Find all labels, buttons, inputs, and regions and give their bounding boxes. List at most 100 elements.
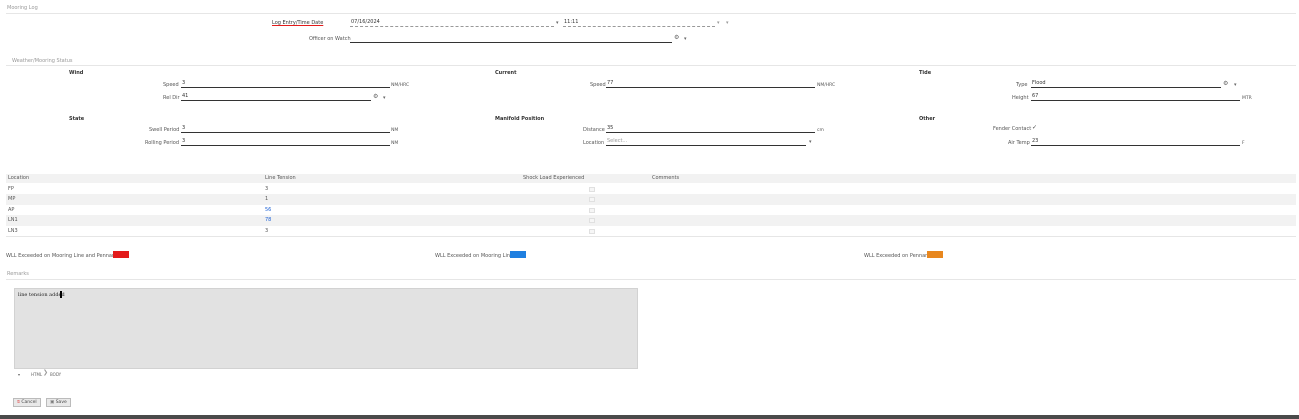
manifold-location-label: Location xyxy=(583,140,605,146)
wind-speed-field[interactable]: 3 xyxy=(181,80,390,88)
manifold-heading: Manifold Position xyxy=(495,116,545,122)
row-location: MP xyxy=(8,196,16,202)
save-icon: ▣ xyxy=(50,400,55,405)
wind-heading: Wind xyxy=(69,70,84,76)
tide-height-unit: MTR xyxy=(1242,96,1252,101)
text-cursor xyxy=(60,291,62,298)
mooring-log-divider xyxy=(6,13,1296,14)
legend-blue-swatch xyxy=(510,251,526,258)
wind-speed-label: Speed xyxy=(163,82,179,88)
time-field[interactable]: 11:11 xyxy=(563,19,715,27)
tide-type-label: Type xyxy=(1016,82,1028,88)
shock-load-checkbox[interactable] xyxy=(589,228,595,234)
date-field[interactable]: 07/16/2024 xyxy=(350,19,554,27)
weather-divider xyxy=(6,65,1296,66)
current-speed-field[interactable]: 77 xyxy=(606,80,815,88)
shock-load-checkbox[interactable] xyxy=(589,218,595,223)
legend-orange-swatch xyxy=(927,251,943,258)
row-location: FP xyxy=(8,185,14,192)
remarks-divider xyxy=(6,279,1296,280)
cancel-icon: ⦸ xyxy=(17,400,20,405)
rolling-period-unit: NM xyxy=(391,141,399,146)
save-button[interactable]: ▣ Save xyxy=(46,398,71,407)
remarks-text: line tension added xyxy=(18,292,65,298)
manifold-distance-field[interactable]: 35 xyxy=(606,125,815,133)
legend-red-swatch xyxy=(113,251,129,258)
tide-type-gear-icon[interactable]: ⚙ xyxy=(1223,81,1228,87)
rolling-period-field[interactable]: 3 xyxy=(181,138,390,146)
other-heading: Other xyxy=(919,116,936,122)
editor-path-html[interactable]: HTML xyxy=(31,372,42,377)
manifold-location-select[interactable]: Select... xyxy=(606,138,806,146)
tide-height-label: Height xyxy=(1012,95,1029,101)
manifold-distance-unit: cm xyxy=(817,128,824,133)
cancel-button[interactable]: ⦸ Cancel xyxy=(13,398,41,407)
calendar-icon[interactable]: ▾ xyxy=(556,20,559,26)
wind-reldir-label: Rel Dir xyxy=(163,95,180,101)
shock-load-checkbox[interactable] xyxy=(589,186,595,192)
shock-load-checkbox[interactable] xyxy=(589,207,595,213)
tide-type-caret-icon[interactable]: ▾ xyxy=(1234,82,1237,88)
tide-height-field[interactable]: 67 xyxy=(1031,93,1240,101)
time-menu-icon[interactable]: ▾ xyxy=(726,20,729,26)
wind-reldir-caret-icon[interactable]: ▾ xyxy=(383,95,386,101)
manifold-distance-label: Distance xyxy=(583,127,605,133)
table-row[interactable]: LN1 78 xyxy=(6,215,1296,226)
remarks-title: Remarks xyxy=(7,271,29,277)
air-temp-field[interactable]: 23 xyxy=(1031,138,1240,146)
air-temp-label: Air Temp xyxy=(1008,140,1030,146)
legend-line-label: WLL Exceeded on Mooring Line xyxy=(435,253,514,259)
row-tension: 3 xyxy=(265,227,269,234)
air-temp-unit: F xyxy=(1242,141,1245,146)
swell-period-unit: NM xyxy=(391,128,399,133)
wind-speed-unit: NM/HRC xyxy=(391,83,410,88)
save-button-label: Save xyxy=(55,400,67,405)
wind-reldir-field[interactable]: 41 xyxy=(181,93,371,101)
current-speed-unit: NM/HRC xyxy=(817,83,836,88)
col-comments: Comments xyxy=(652,175,680,181)
officer-field[interactable] xyxy=(350,35,672,43)
legend-line-and-pennant-label: WLL Exceeded on Mooring Line and Pennant xyxy=(6,253,118,259)
mooring-log-title: Mooring Log xyxy=(7,5,38,11)
manifold-location-caret-icon[interactable]: ▾ xyxy=(809,139,812,145)
col-location: Location xyxy=(8,175,30,181)
editor-path-arrow-icon[interactable]: ▾ xyxy=(18,372,20,378)
log-entry-label: Log Entry/Time Date xyxy=(272,20,324,26)
col-shock-load: Shock Load Experienced xyxy=(523,175,585,181)
tide-type-field[interactable]: Flood xyxy=(1031,80,1221,88)
officer-label: Officer on Watch xyxy=(309,36,351,42)
table-header: Location Line Tension Shock Load Experie… xyxy=(6,174,1296,183)
table-row[interactable]: LN3 3 xyxy=(6,226,1296,237)
remarks-editor[interactable]: line tension added xyxy=(14,288,638,369)
table-row[interactable]: MP 1 xyxy=(6,194,1296,205)
row-tension: 3 xyxy=(265,185,269,192)
fender-contact-checkbox[interactable]: ✓ xyxy=(1032,124,1037,131)
officer-caret-icon[interactable]: ▾ xyxy=(684,36,687,42)
legend-pennant-label: WLL Exceeded on Pennant xyxy=(864,253,931,259)
rolling-period-label: Rolling Period xyxy=(145,140,179,146)
current-heading: Current xyxy=(495,70,517,76)
clock-dropdown-icon[interactable]: ▾ xyxy=(717,20,720,26)
table-row[interactable]: AP 56 xyxy=(6,205,1296,216)
weather-section-title: Weather/Mooring Status xyxy=(12,58,73,64)
table-row[interactable]: FP 3 xyxy=(6,184,1296,195)
row-location: LN3 xyxy=(8,227,18,234)
row-tension: 78 xyxy=(265,217,272,223)
state-heading: State xyxy=(69,116,85,122)
shock-load-checkbox[interactable] xyxy=(589,197,595,202)
row-tension: 56 xyxy=(265,206,272,213)
window-bottom-bar xyxy=(0,415,1299,419)
swell-period-label: Swell Period xyxy=(149,127,180,133)
editor-path-body[interactable]: BODY xyxy=(50,372,61,377)
cancel-button-label: Cancel xyxy=(21,400,37,405)
row-location: AP xyxy=(8,206,15,213)
swell-period-field[interactable]: 3 xyxy=(181,125,390,133)
row-tension: 1 xyxy=(265,196,269,202)
tide-heading: Tide xyxy=(919,70,932,76)
wind-reldir-gear-icon[interactable]: ⚙ xyxy=(373,94,378,100)
chevron-right-icon: ❯ xyxy=(43,369,49,376)
fender-contact-label: Fender Contact xyxy=(993,126,1032,132)
row-location: LN1 xyxy=(8,217,18,223)
officer-gear-icon[interactable]: ⚙ xyxy=(674,35,679,41)
current-speed-label: Speed xyxy=(590,82,606,88)
